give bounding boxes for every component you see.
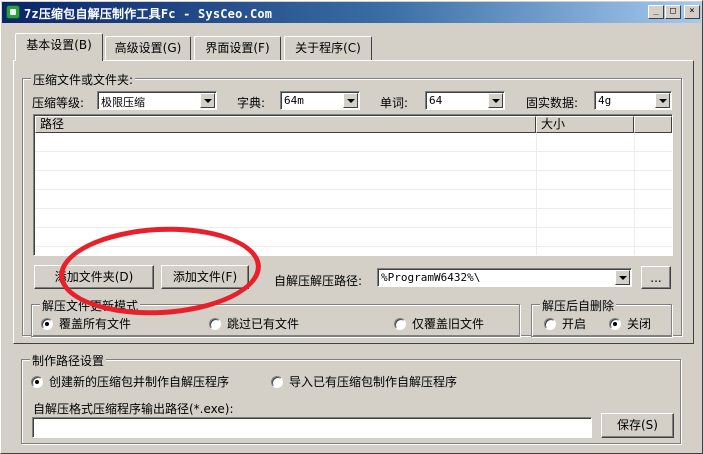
basic-settings-panel: 压缩文件或文件夹: 压缩等级: 极限压缩 字典: 64m 单词: 64 固实数据… — [13, 60, 694, 344]
title-bar[interactable]: 7z压缩包自解压制作工具Fc - SysCeo.Com _ □ × — [2, 2, 701, 23]
tab-label: 界面设置(F) — [205, 41, 270, 55]
column-divider — [536, 133, 537, 255]
add-folder-button[interactable]: 添加文件夹(D) — [34, 265, 154, 289]
dictionary-value: 64m — [284, 94, 304, 107]
radio-skip-existing[interactable]: 跳过已有文件 — [209, 315, 299, 332]
radio-label: 开启 — [562, 317, 587, 331]
extract-path-select[interactable]: %ProgramW6432%\ — [377, 268, 632, 287]
tab-basic-settings[interactable]: 基本设置(B) — [15, 33, 103, 61]
radio-label: 创建新的压缩包并制作自解压程序 — [49, 375, 230, 389]
tab-label: 高级设置(G) — [114, 41, 182, 55]
radio-dot[interactable] — [394, 317, 406, 330]
extract-path-label: 自解压解压路径: — [274, 274, 363, 288]
chevron-down-icon[interactable] — [615, 270, 630, 285]
radio-label: 仅覆盖旧文件 — [412, 317, 485, 331]
tab-label: 关于程序(C) — [295, 41, 361, 55]
column-divider — [634, 133, 635, 255]
compress-level-value: 极限压缩 — [101, 96, 145, 109]
add-file-button[interactable]: 添加文件(F) — [161, 265, 249, 289]
word-size-select[interactable]: 64 — [425, 91, 505, 110]
window-title: 7z压缩包自解压制作工具Fc - SysCeo.Com — [24, 7, 273, 21]
compress-level-label: 压缩等级: — [32, 96, 85, 110]
radio-dot[interactable] — [271, 375, 283, 388]
column-header-size[interactable]: 大小 — [536, 116, 634, 133]
radio-import-archive[interactable]: 导入已有压缩包制作自解压程序 — [271, 373, 457, 390]
close-button[interactable]: × — [684, 5, 700, 19]
radio-create-new-archive[interactable]: 创建新的压缩包并制作自解压程序 — [31, 373, 229, 390]
chevron-down-icon[interactable] — [655, 93, 670, 108]
radio-auto-delete-on[interactable]: 开启 — [544, 315, 586, 332]
list-item[interactable] — [35, 133, 672, 152]
radio-dot[interactable] — [41, 317, 53, 330]
chevron-down-icon[interactable] — [488, 93, 503, 108]
compress-level-select[interactable]: 极限压缩 — [97, 91, 217, 110]
tab-label: 基本设置(B) — [26, 38, 92, 52]
group-title: 制作路径设置 — [30, 352, 107, 369]
group-title: 压缩文件或文件夹: — [31, 71, 136, 88]
radio-label: 导入已有压缩包制作自解压程序 — [289, 375, 458, 389]
radio-label: 关闭 — [627, 317, 652, 331]
radio-overwrite-older[interactable]: 仅覆盖旧文件 — [394, 315, 484, 332]
dictionary-select[interactable]: 64m — [280, 91, 360, 110]
radio-dot[interactable] — [209, 317, 221, 330]
word-size-label: 单词: — [380, 96, 409, 110]
save-button[interactable]: 保存(S) — [601, 413, 674, 438]
list-item[interactable] — [35, 228, 672, 247]
app-icon — [6, 5, 20, 19]
dictionary-label: 字典: — [237, 96, 266, 110]
list-item[interactable] — [35, 171, 672, 190]
browse-button[interactable]: ... — [641, 266, 671, 289]
list-item[interactable] — [35, 152, 672, 171]
solid-block-label: 固实数据: — [526, 96, 579, 110]
chevron-down-icon[interactable] — [200, 93, 215, 108]
radio-auto-delete-off[interactable]: 关闭 — [609, 315, 651, 332]
output-path-input[interactable] — [32, 417, 592, 438]
group-title: 解压后自删除 — [540, 297, 617, 314]
tab-advanced-settings[interactable]: 高级设置(G) — [105, 36, 191, 60]
output-path-label: 自解压格式压缩程序输出路径(*.exe): — [33, 402, 234, 416]
maximize-button[interactable]: □ — [665, 5, 681, 19]
radio-overwrite-all[interactable]: 覆盖所有文件 — [41, 315, 131, 332]
tab-interface-settings[interactable]: 界面设置(F) — [194, 36, 281, 60]
extract-path-value: %ProgramW6432%\ — [381, 271, 481, 284]
solid-block-select[interactable]: 4g — [594, 91, 672, 110]
list-item[interactable] — [35, 209, 672, 228]
minimize-button[interactable]: _ — [648, 5, 664, 19]
radio-dot[interactable] — [609, 317, 621, 330]
radio-dot[interactable] — [544, 317, 556, 330]
word-size-value: 64 — [429, 94, 443, 107]
column-header-empty[interactable] — [634, 116, 672, 133]
radio-dot[interactable] — [31, 375, 43, 388]
main-window: 7z压缩包自解压制作工具Fc - SysCeo.Com _ □ × 基本设置(B… — [0, 0, 703, 454]
radio-label: 跳过已有文件 — [227, 317, 300, 331]
group-title: 解压文件更新模式 — [40, 297, 141, 314]
chevron-down-icon[interactable] — [343, 93, 358, 108]
tab-about[interactable]: 关于程序(C) — [284, 36, 372, 60]
solid-block-value: 4g — [598, 94, 612, 107]
radio-label: 覆盖所有文件 — [59, 317, 132, 331]
list-item[interactable] — [35, 190, 672, 209]
column-header-path[interactable]: 路径 — [35, 116, 536, 133]
file-list[interactable]: 路径 大小 — [33, 114, 673, 256]
